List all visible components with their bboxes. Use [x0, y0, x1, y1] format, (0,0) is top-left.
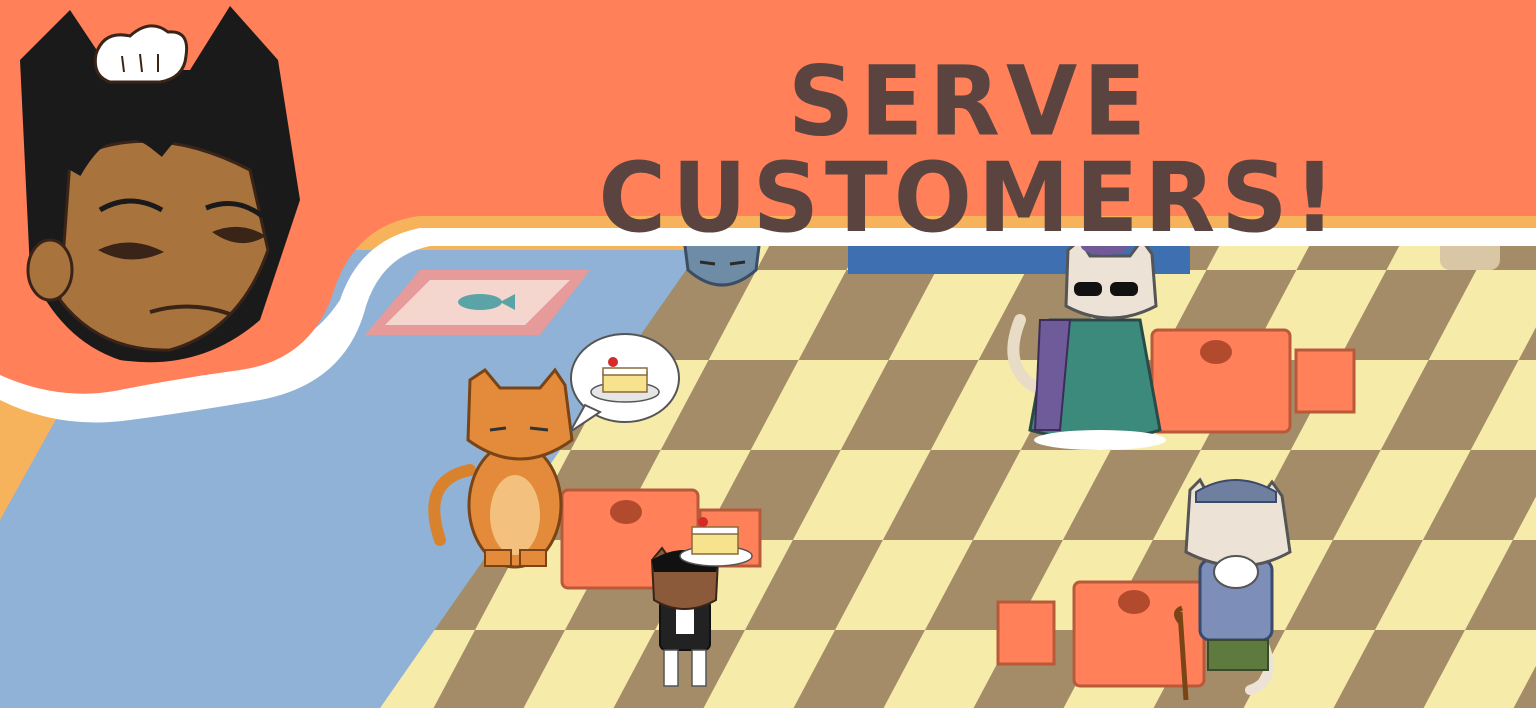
page-title: SERVE CUSTOMERS! — [440, 53, 1500, 246]
chef-avatar — [20, 6, 300, 363]
title-text: SERVE CUSTOMERS! — [598, 45, 1342, 254]
